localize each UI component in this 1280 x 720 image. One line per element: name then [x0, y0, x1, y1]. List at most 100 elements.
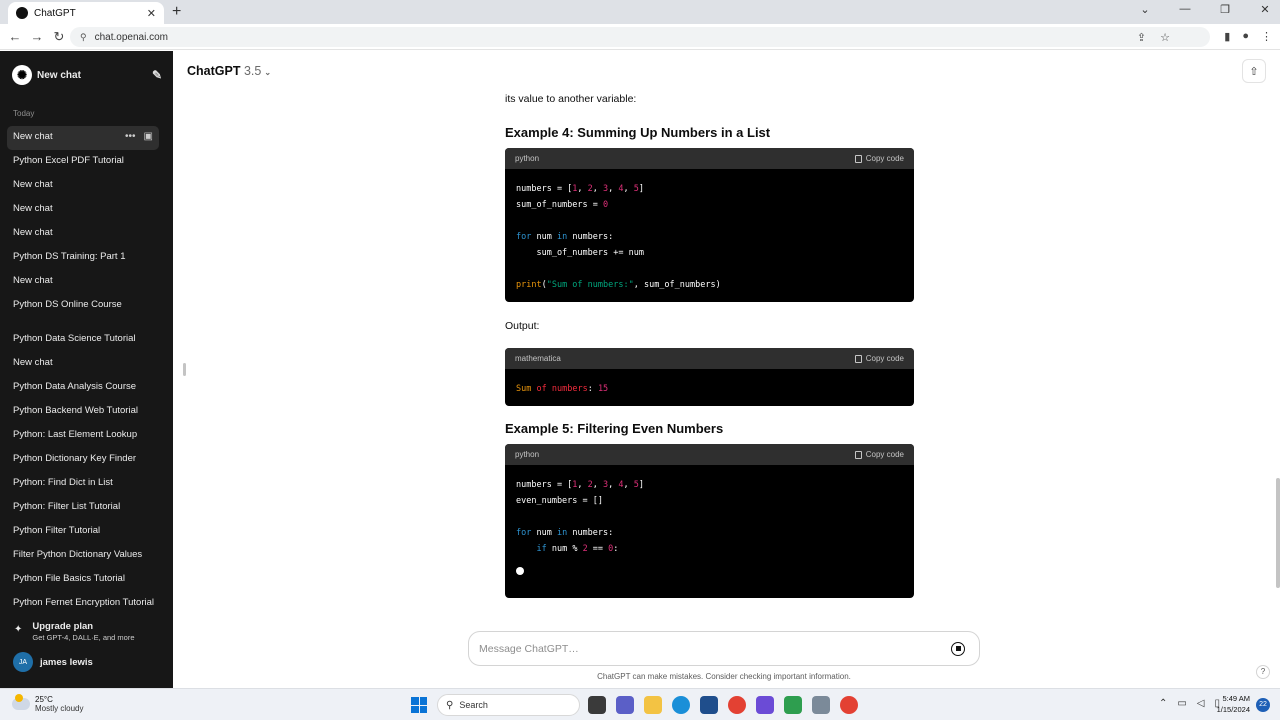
- sidebar-item[interactable]: Python: Filter List Tutorial: [7, 496, 159, 520]
- sidebar-item-label: Python: Last Element Lookup: [13, 429, 138, 440]
- new-tab-icon[interactable]: +: [172, 3, 181, 21]
- weather-widget[interactable]: 25°C Mostly cloudy: [12, 694, 84, 713]
- sidebar-item-label: Python: Filter List Tutorial: [13, 501, 121, 512]
- scrollbar[interactable]: [1276, 478, 1280, 588]
- archive-icon[interactable]: ▣: [144, 126, 153, 148]
- sidebar-item[interactable]: New chat: [7, 198, 159, 222]
- sidebar-item[interactable]: Python Filter Tutorial: [7, 520, 159, 544]
- copy-code-button[interactable]: Copy code: [854, 354, 904, 363]
- copy-code-button[interactable]: Copy code: [854, 450, 904, 459]
- stop-generating-button[interactable]: [951, 641, 965, 656]
- file-explorer-icon[interactable]: [644, 696, 662, 714]
- chrome-icon[interactable]: [840, 696, 858, 714]
- browser-tab[interactable]: ChatGPT ✕: [8, 2, 164, 24]
- model-selector[interactable]: ChatGPT 3.5 ⌄: [187, 64, 271, 78]
- more-options-icon[interactable]: •••: [125, 126, 136, 148]
- clipboard-icon: [854, 154, 862, 163]
- close-tab-icon[interactable]: ✕: [147, 7, 156, 20]
- profile-icon[interactable]: ●: [1242, 30, 1249, 43]
- network-icon[interactable]: ▭: [1177, 698, 1186, 709]
- temperature: 25°C: [35, 695, 53, 704]
- taskbar-apps: [588, 696, 858, 714]
- sidebar-item[interactable]: Filter Python Dictionary Values: [7, 544, 159, 568]
- site-info-icon[interactable]: ⚲: [80, 32, 87, 43]
- app-icon[interactable]: [812, 696, 830, 714]
- code-block: mathematica Copy code Sum of numbers: 15: [505, 348, 914, 406]
- sidebar-item[interactable]: Python File Basics Tutorial: [7, 568, 159, 592]
- side-panel-icon[interactable]: ▮: [1224, 30, 1230, 43]
- sidebar-item[interactable]: New chat: [7, 270, 159, 294]
- bookmark-star-icon[interactable]: ☆: [1160, 31, 1170, 44]
- sidebar-item[interactable]: Python: Last Element Lookup: [7, 424, 159, 448]
- windows-start-icon[interactable]: [411, 697, 427, 713]
- terminal-icon[interactable]: [588, 696, 606, 714]
- sidebar-item[interactable]: Python Excel PDF Tutorial: [7, 150, 159, 174]
- edge-icon[interactable]: [672, 696, 690, 714]
- sidebar-item[interactable]: Python: Find Dict in List: [7, 472, 159, 496]
- close-window-icon[interactable]: ✕: [1258, 3, 1272, 16]
- minimize-icon[interactable]: —: [1178, 3, 1192, 16]
- share-page-icon[interactable]: ⇪: [1137, 31, 1146, 44]
- sidebar-collapse-handle[interactable]: [183, 363, 186, 376]
- clock-time: 5:49 AM: [1222, 694, 1250, 703]
- browser-tabstrip: ChatGPT ✕ + ⌄ — ❐ ✕: [0, 0, 1280, 24]
- sidebar-item[interactable]: Python DS Online Course: [7, 294, 159, 318]
- forward-icon[interactable]: →: [26, 29, 48, 44]
- user-menu[interactable]: JA james lewis: [13, 652, 93, 672]
- sidebar-item-label: New chat: [13, 227, 53, 238]
- teams-icon[interactable]: [616, 696, 634, 714]
- restore-icon[interactable]: ❐: [1218, 3, 1232, 16]
- sidebar-item[interactable]: New chat: [7, 352, 159, 376]
- back-icon[interactable]: ←: [4, 29, 26, 44]
- copy-code-button[interactable]: Copy code: [854, 154, 904, 163]
- code-header: mathematica Copy code: [505, 348, 914, 369]
- sidebar-item-label: Python DS Online Course: [13, 299, 122, 310]
- sidebar-item[interactable]: New chat: [7, 174, 159, 198]
- compose-icon[interactable]: ✎: [152, 68, 162, 82]
- volume-icon[interactable]: ◁: [1197, 698, 1205, 709]
- code-block: python Copy code numbers = [1, 2, 3, 4, …: [505, 444, 914, 598]
- sidebar-item[interactable]: New chat: [7, 222, 159, 246]
- sidebar-item-label: New chat: [13, 131, 53, 142]
- taskbar-search[interactable]: ⚲ Search: [437, 694, 580, 716]
- help-icon[interactable]: ?: [1256, 665, 1270, 679]
- sidebar-item[interactable]: Python Backend Web Tutorial: [7, 400, 159, 424]
- sidebar-item-label: Python Backend Web Tutorial: [13, 405, 138, 416]
- sidebar-item[interactable]: Python Fernet Encryption Tutorial: [7, 592, 159, 616]
- app-icon[interactable]: [756, 696, 774, 714]
- copy-code-label: Copy code: [865, 154, 904, 163]
- store-icon[interactable]: [700, 696, 718, 714]
- model-name: ChatGPT: [187, 64, 241, 78]
- tab-search-icon[interactable]: ⌄: [1138, 3, 1152, 16]
- sidebar-item-label: New chat: [13, 203, 53, 214]
- chrome-icon[interactable]: [728, 696, 746, 714]
- avatar: JA: [13, 652, 33, 672]
- sidebar-item[interactable]: Python DS Training: Part 1: [7, 246, 159, 270]
- window-controls: ⌄ — ❐ ✕: [1138, 3, 1272, 16]
- sidebar-item-label: Python: Find Dict in List: [13, 477, 113, 488]
- share-icon: ⇧: [1249, 65, 1259, 78]
- upgrade-plan-button[interactable]: ✦ Upgrade plan Get GPT-4, DALL·E, and mo…: [14, 621, 135, 642]
- chevron-up-icon[interactable]: ⌃: [1159, 698, 1167, 709]
- browser-menu-icon[interactable]: ⋮: [1261, 30, 1272, 43]
- sparkle-icon: ✦: [14, 624, 23, 635]
- address-bar[interactable]: ⚲ chat.openai.com ⇪ ☆: [70, 27, 1210, 47]
- message-input[interactable]: [479, 642, 951, 655]
- upgrade-title: Upgrade plan: [32, 621, 94, 632]
- excel-icon[interactable]: [784, 696, 802, 714]
- taskbar-search-label: Search: [459, 700, 488, 710]
- copy-code-label: Copy code: [865, 450, 904, 459]
- notification-badge[interactable]: 22: [1256, 698, 1270, 712]
- sidebar: ✺ New chat ✎ Today New chat ••• ▣ Python …: [0, 51, 173, 688]
- weather-condition: Mostly cloudy: [35, 704, 84, 713]
- sidebar-item[interactable]: New chat ••• ▣: [7, 126, 159, 150]
- share-button[interactable]: ⇧: [1242, 59, 1266, 83]
- search-icon: ⚲: [446, 699, 454, 711]
- reload-icon[interactable]: ↻: [48, 29, 70, 45]
- clock[interactable]: 5:49 AM 1/15/2024: [1217, 693, 1250, 715]
- copy-code-label: Copy code: [865, 354, 904, 363]
- new-chat-row[interactable]: ✺ New chat ✎: [12, 65, 162, 85]
- sidebar-item[interactable]: Python Dictionary Key Finder: [7, 448, 159, 472]
- sidebar-item[interactable]: Python Data Analysis Course: [7, 376, 159, 400]
- sidebar-item[interactable]: Python Data Science Tutorial: [7, 328, 159, 352]
